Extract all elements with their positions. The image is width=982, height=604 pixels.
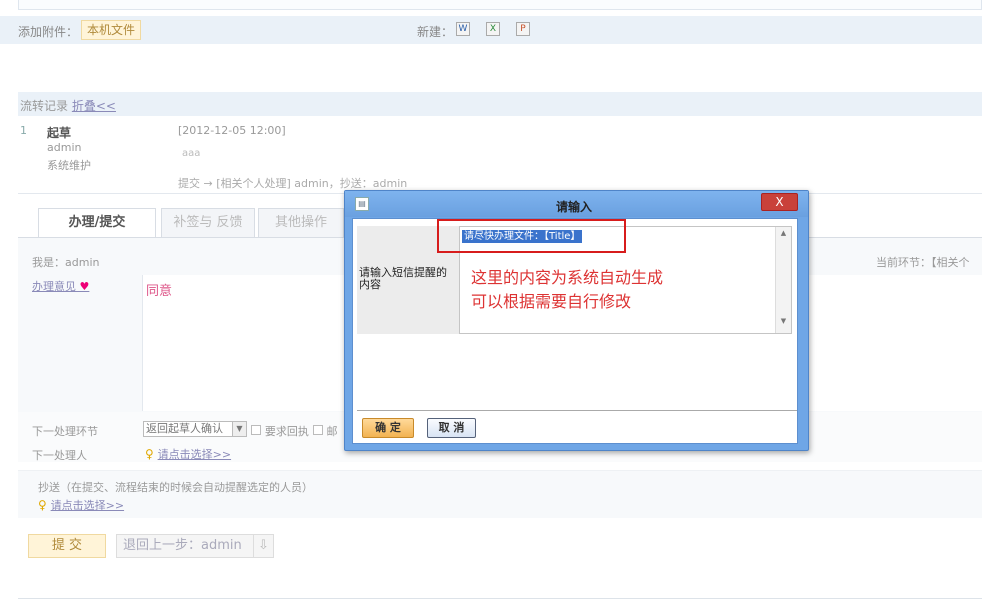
next-step-select[interactable]: 返回起草人确认 ▼	[143, 421, 247, 437]
pick-handler[interactable]: ♀ 请点击选择>>	[145, 446, 231, 462]
tab-other-actions[interactable]: 其他操作	[258, 208, 344, 238]
close-button[interactable]: X	[761, 193, 798, 211]
ppt-icon[interactable]: P	[516, 22, 530, 36]
local-file-button[interactable]: 本机文件	[81, 20, 141, 40]
cc-label: 抄送（在提交、流程结束的时候会自动提醒选定的人员）	[38, 481, 313, 494]
back-button-label: 退回上一步：admin	[123, 538, 242, 553]
require-reply-checkbox-group: 要求回执 邮	[251, 423, 337, 439]
bottom-divider	[18, 598, 982, 599]
pick-handler-link[interactable]: 请点击选择>>	[158, 448, 231, 461]
highlight-box	[437, 219, 626, 253]
annotation-line-2: 可以根据需要自行修改	[471, 292, 632, 311]
word-icon[interactable]: W	[456, 22, 470, 36]
extra-checkbox[interactable]	[312, 425, 323, 435]
next-handler-label: 下一处理人	[32, 449, 87, 462]
record-user: admin	[47, 141, 82, 154]
flow-record-title: 流转记录 折叠<<	[20, 97, 116, 114]
back-button[interactable]: 退回上一步：admin ⇩	[116, 534, 274, 558]
person-icon: ♀	[145, 447, 154, 461]
next-step-select-value: 返回起草人确认	[146, 422, 223, 435]
opinion-label: 办理意见 ♥	[32, 278, 89, 294]
record-note: aaa	[182, 148, 201, 159]
extra-checkbox-label: 邮	[326, 425, 338, 438]
scroll-up-icon[interactable]: ▲	[776, 229, 791, 237]
excel-icon[interactable]: X	[486, 22, 500, 36]
flow-record-title-text: 流转记录	[20, 99, 69, 113]
textarea-scrollbar[interactable]: ▲ ▼	[775, 227, 791, 333]
next-step-label: 下一处理环节	[32, 425, 98, 438]
record-step: 起草	[47, 126, 72, 140]
submit-button[interactable]: 提 交	[28, 534, 106, 558]
collapse-link[interactable]: 折叠<<	[72, 99, 116, 113]
ok-button[interactable]: 确 定	[362, 418, 414, 438]
tab-handle-submit[interactable]: 办理/提交	[38, 208, 156, 238]
flow-record-header	[18, 92, 982, 116]
record-submit-info: 提交 → [相关个人处理] admin，抄送：admin	[178, 177, 408, 190]
pick-cc[interactable]: ♀ 请点击选择>>	[38, 497, 124, 513]
arrow-down-icon: ⇩	[253, 535, 273, 557]
annotation-line-1: 这里的内容为系统自动生成	[471, 268, 664, 287]
new-label: 新建：	[417, 25, 454, 39]
dialog-field-label: 请输入短信提醒的内容	[359, 266, 447, 291]
pick-cc-link[interactable]: 请点击选择>>	[51, 499, 124, 512]
record-dept: 系统维护	[47, 159, 91, 172]
cancel-button[interactable]: 取 消	[427, 418, 476, 438]
record-time: [2012-12-05 12:00]	[178, 124, 286, 137]
require-reply-checkbox[interactable]	[251, 425, 261, 435]
record-number: 1	[20, 124, 27, 137]
scroll-down-icon[interactable]: ▼	[776, 317, 791, 325]
require-reply-label: 要求回执	[264, 425, 309, 438]
person-icon: ♀	[38, 498, 47, 512]
tab-countersign-feedback[interactable]: 补签与 反馈	[161, 208, 255, 238]
current-step-label: 当前环节：【相关个	[876, 256, 970, 269]
dialog-title: 请输入	[556, 200, 593, 214]
chevron-down-icon[interactable]: ▼	[232, 422, 246, 436]
heart-icon: ♥	[79, 280, 90, 293]
top-panel-edge	[18, 0, 982, 10]
opinion-label-text: 办理意见	[32, 280, 76, 293]
attachment-label: 添加附件：	[18, 25, 79, 39]
dialog-app-icon: ▤	[355, 197, 369, 211]
opinion-value: 同意	[146, 284, 173, 299]
dialog-footer-divider	[357, 410, 797, 411]
current-user-label: 我是：admin	[32, 256, 100, 269]
